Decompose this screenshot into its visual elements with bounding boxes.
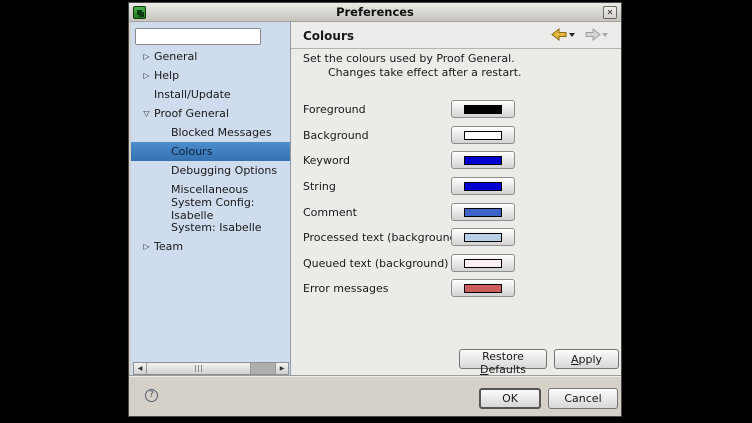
color-swatch-fill bbox=[464, 208, 502, 217]
back-dropdown-icon[interactable] bbox=[569, 28, 576, 41]
color-label: Error messages bbox=[303, 282, 388, 295]
restore-defaults-button[interactable]: Restore Defaults bbox=[459, 349, 547, 369]
color-row-foreground: Foreground bbox=[303, 100, 611, 118]
scrollbar-thumb[interactable] bbox=[147, 363, 251, 374]
description-line: Set the colours used by Proof General. bbox=[303, 52, 522, 66]
window-title: Preferences bbox=[129, 5, 621, 19]
dialog-footer: ? OK Cancel bbox=[129, 375, 621, 416]
back-arrow-icon bbox=[551, 28, 568, 41]
color-swatch-fill bbox=[464, 284, 502, 293]
color-swatch-string[interactable] bbox=[451, 177, 515, 195]
color-label: Foreground bbox=[303, 103, 366, 116]
color-swatch-fill bbox=[464, 105, 502, 114]
color-swatch-fill bbox=[464, 156, 502, 165]
scrollbar-track[interactable] bbox=[251, 363, 275, 374]
back-button[interactable] bbox=[551, 28, 576, 41]
sidebar-item-label: Proof General bbox=[154, 107, 229, 120]
sidebar-item-team[interactable]: ▷ Team bbox=[131, 237, 290, 256]
color-row-error-messages: Error messages bbox=[303, 279, 611, 297]
ok-button[interactable]: OK bbox=[479, 388, 541, 409]
sidebar-item-label: Team bbox=[154, 240, 183, 253]
apply-button[interactable]: Apply bbox=[554, 349, 619, 369]
tree-filter-input[interactable] bbox=[135, 28, 261, 45]
color-label: String bbox=[303, 180, 336, 193]
sidebar-item-debugging-options[interactable]: Debugging Options bbox=[131, 161, 290, 180]
forward-arrow-icon bbox=[584, 28, 601, 41]
color-swatch-fill bbox=[464, 182, 502, 191]
color-swatch-foreground[interactable] bbox=[451, 100, 515, 118]
color-swatch-fill bbox=[464, 233, 502, 242]
color-label: Queued text (background) bbox=[303, 257, 448, 270]
forward-dropdown-icon[interactable] bbox=[602, 28, 609, 41]
sidebar-item-general[interactable]: ▷ General bbox=[131, 47, 290, 66]
tree-horizontal-scrollbar[interactable]: ◀ ▶ bbox=[133, 362, 289, 375]
sidebar-item-help[interactable]: ▷ Help bbox=[131, 66, 290, 85]
preferences-tree: ▷ General ▷ Help Install/Update ▽ Proof … bbox=[131, 47, 290, 256]
sidebar-item-label: System: Isabelle bbox=[171, 221, 262, 234]
close-icon[interactable]: ✕ bbox=[603, 6, 617, 19]
scroll-right-icon[interactable]: ▶ bbox=[275, 363, 288, 374]
colours-preference-page: Colours bbox=[290, 22, 621, 375]
scroll-left-icon[interactable]: ◀ bbox=[134, 363, 147, 374]
color-row-background: Background bbox=[303, 126, 611, 144]
sidebar-item-label: System Config: Isabelle bbox=[171, 196, 290, 222]
sidebar-item-label: Help bbox=[154, 69, 179, 82]
sidebar-item-label: Blocked Messages bbox=[171, 126, 272, 139]
color-swatch-fill bbox=[464, 259, 502, 268]
color-label: Comment bbox=[303, 206, 357, 219]
sidebar-item-label: Colours bbox=[171, 145, 212, 158]
color-row-queued-text: Queued text (background) bbox=[303, 254, 611, 272]
sidebar-item-label: General bbox=[154, 50, 197, 63]
color-row-string: String bbox=[303, 177, 611, 195]
description-line: Changes take effect after a restart. bbox=[303, 66, 522, 80]
color-swatch-processed-text[interactable] bbox=[451, 228, 515, 246]
color-label: Processed text (background) bbox=[303, 231, 461, 244]
cancel-button[interactable]: Cancel bbox=[548, 388, 618, 409]
color-row-keyword: Keyword bbox=[303, 151, 611, 169]
sidebar-item-label: Install/Update bbox=[154, 88, 231, 101]
sidebar-item-proof-general[interactable]: ▽ Proof General bbox=[131, 104, 290, 123]
page-description: Set the colours used by Proof General. C… bbox=[303, 52, 522, 80]
color-row-processed-text: Processed text (background) bbox=[303, 228, 611, 246]
page-header: Colours bbox=[291, 22, 621, 49]
expand-expanded-icon[interactable]: ▽ bbox=[139, 109, 154, 118]
expand-collapsed-icon[interactable]: ▷ bbox=[139, 242, 154, 251]
sidebar-item-label: Debugging Options bbox=[171, 164, 277, 177]
sidebar-item-blocked-messages[interactable]: Blocked Messages bbox=[131, 123, 290, 142]
preferences-dialog: Preferences ✕ ▷ General ▷ Help Install/U… bbox=[128, 2, 622, 417]
color-swatch-background[interactable] bbox=[451, 126, 515, 144]
color-swatch-error-messages[interactable] bbox=[451, 279, 515, 297]
help-icon[interactable]: ? bbox=[145, 389, 158, 402]
color-swatch-comment[interactable] bbox=[451, 203, 515, 221]
sidebar-item-colours[interactable]: Colours bbox=[131, 142, 290, 161]
forward-button[interactable] bbox=[584, 28, 609, 41]
color-label: Background bbox=[303, 129, 369, 142]
color-swatch-keyword[interactable] bbox=[451, 151, 515, 169]
page-title: Colours bbox=[303, 29, 354, 43]
expand-collapsed-icon[interactable]: ▷ bbox=[139, 52, 154, 61]
sidebar-item-install-update[interactable]: Install/Update bbox=[131, 85, 290, 104]
color-label: Keyword bbox=[303, 154, 350, 167]
page-button-bar: Restore Defaults Apply bbox=[291, 349, 621, 369]
sidebar-item-system-config-isabelle[interactable]: System Config: Isabelle bbox=[131, 199, 290, 218]
expand-collapsed-icon[interactable]: ▷ bbox=[139, 71, 154, 80]
color-swatch-fill bbox=[464, 131, 502, 140]
preferences-tree-panel: ▷ General ▷ Help Install/Update ▽ Proof … bbox=[131, 22, 290, 375]
color-row-comment: Comment bbox=[303, 203, 611, 221]
sidebar-item-label: Miscellaneous bbox=[171, 183, 248, 196]
color-swatch-queued-text[interactable] bbox=[451, 254, 515, 272]
titlebar[interactable]: Preferences ✕ bbox=[129, 3, 621, 22]
